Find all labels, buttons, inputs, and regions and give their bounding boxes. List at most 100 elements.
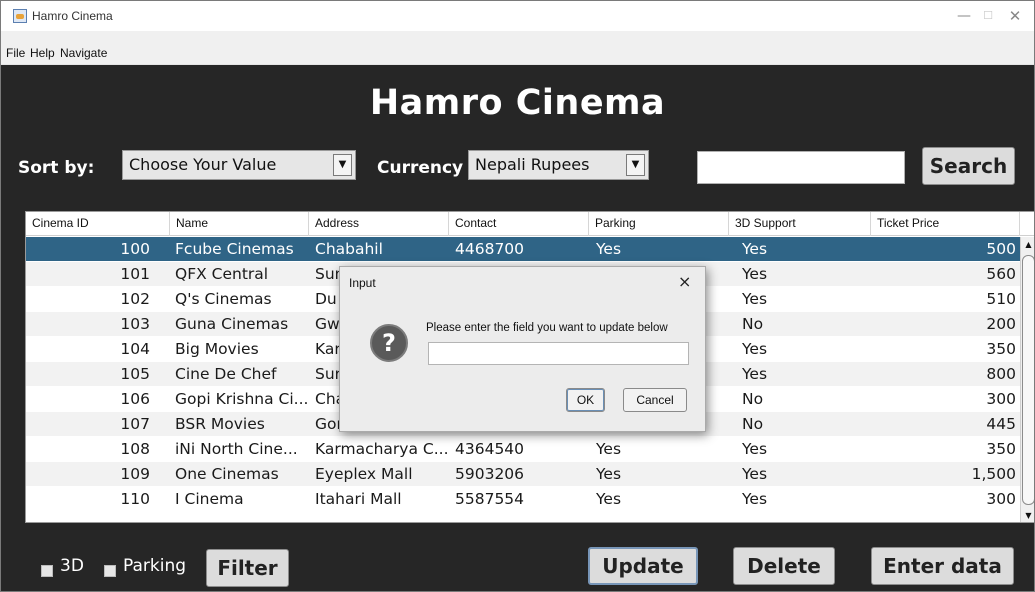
scroll-up-icon[interactable]: ▲ bbox=[1022, 238, 1034, 252]
table-cell-id: 102 bbox=[120, 290, 150, 308]
table-cell-name: One Cinemas bbox=[175, 465, 279, 483]
table-cell-id: 104 bbox=[120, 340, 150, 358]
checkbox-parking-label: Parking bbox=[123, 556, 187, 576]
table-cell-d3: Yes bbox=[742, 240, 768, 258]
table-cell-id: 100 bbox=[120, 240, 150, 258]
table-cell-name: Guna Cinemas bbox=[175, 315, 289, 333]
table-cell-id: 107 bbox=[120, 415, 150, 433]
table-cell-address: Chabahil bbox=[315, 240, 383, 258]
delete-button[interactable]: Delete bbox=[733, 547, 835, 585]
table-cell-d3: No bbox=[742, 315, 764, 333]
table-cell-contact: 4468700 bbox=[455, 240, 525, 258]
table-cell-price: 1,500 bbox=[971, 465, 1016, 483]
table-cell-d3: Yes bbox=[742, 490, 768, 508]
table-cell-price: 300 bbox=[986, 390, 1016, 408]
menu-file[interactable]: File bbox=[6, 46, 25, 60]
update-button[interactable]: Update bbox=[588, 547, 698, 585]
maximize-icon[interactable]: ☐ bbox=[974, 5, 1002, 27]
search-input[interactable] bbox=[697, 151, 905, 184]
dialog-title: Input bbox=[349, 276, 376, 290]
table-cell-contact: 5587554 bbox=[455, 490, 525, 508]
table-row[interactable]: 109 One Cinemas Eyeplex Mall 5903206 Yes Yes 1… bbox=[26, 462, 1020, 486]
checkbox-parking[interactable] bbox=[104, 565, 116, 577]
table-cell-d3: Yes bbox=[742, 340, 768, 358]
menu-help[interactable]: Help bbox=[30, 46, 55, 60]
table-cell-contact: 5903206 bbox=[455, 465, 525, 483]
java-cup-icon bbox=[13, 9, 27, 23]
search-button[interactable]: Search bbox=[922, 147, 1015, 185]
sort-label: Sort by: bbox=[18, 158, 95, 178]
scrollbar-thumb[interactable] bbox=[1022, 255, 1034, 505]
table-cell-name: Big Movies bbox=[175, 340, 259, 358]
table-row[interactable]: 100 Fcube Cinemas Chabahil 4468700 Yes Yes 500 bbox=[26, 237, 1020, 261]
close-icon[interactable]: ✕ bbox=[1001, 5, 1029, 27]
filter-button[interactable]: Filter bbox=[206, 549, 289, 587]
table-cell-d3: No bbox=[742, 390, 764, 408]
dialog-message: Please enter the field you want to updat… bbox=[426, 322, 668, 334]
table-cell-price: 350 bbox=[986, 440, 1016, 458]
sort-combo-value: Choose Your Value bbox=[129, 155, 277, 174]
table-cell-address: Karmacharya C... bbox=[315, 440, 449, 458]
ok-button[interactable]: OK bbox=[566, 388, 605, 412]
chevron-down-icon[interactable]: ▼ bbox=[333, 154, 352, 176]
currency-label: Currency bbox=[377, 158, 464, 178]
column-header[interactable]: Parking bbox=[589, 212, 729, 236]
page-title: Hamro Cinema bbox=[369, 83, 666, 123]
column-header[interactable]: Ticket Price bbox=[871, 212, 1020, 236]
table-cell-price: 800 bbox=[986, 365, 1016, 383]
currency-combo-value: Nepali Rupees bbox=[475, 155, 590, 174]
table-cell-id: 105 bbox=[120, 365, 150, 383]
table-cell-parking: Yes bbox=[596, 465, 622, 483]
table-cell-contact: 4364540 bbox=[455, 440, 525, 458]
table-scrollbar[interactable]: ▲ ▼ bbox=[1020, 237, 1034, 522]
table-cell-name: I Cinema bbox=[175, 490, 244, 508]
table-cell-parking: Yes bbox=[596, 440, 622, 458]
table-cell-id: 109 bbox=[120, 465, 150, 483]
table-row[interactable]: 108 iNi North Cine... Karmacharya C... 4364… bbox=[26, 437, 1020, 461]
close-icon[interactable]: × bbox=[678, 272, 691, 291]
scroll-down-icon[interactable]: ▼ bbox=[1022, 509, 1034, 522]
table-cell-address: Eyeplex Mall bbox=[315, 465, 413, 483]
update-field-input[interactable] bbox=[428, 342, 689, 365]
app-window: Hamro Cinema — ☐ ✕ File Help Navigate Ha… bbox=[0, 0, 1035, 592]
cancel-button[interactable]: Cancel bbox=[623, 388, 687, 412]
checkbox-3d[interactable] bbox=[41, 565, 53, 577]
menu-navigate[interactable]: Navigate bbox=[60, 46, 107, 60]
question-icon: ? bbox=[370, 324, 408, 362]
table-header: Cinema ID Name Address Contact Parking 3… bbox=[26, 212, 1034, 236]
enter-data-button[interactable]: Enter data bbox=[871, 547, 1014, 585]
table-cell-name: Cine De Chef bbox=[175, 365, 277, 383]
table-cell-d3: Yes bbox=[742, 265, 768, 283]
sort-combo[interactable]: Choose Your Value ▼ bbox=[122, 150, 356, 180]
table-cell-d3: Yes bbox=[742, 290, 768, 308]
table-cell-parking: Yes bbox=[596, 490, 622, 508]
column-header[interactable]: Address bbox=[309, 212, 449, 236]
table-cell-id: 108 bbox=[120, 440, 150, 458]
table-cell-name: BSR Movies bbox=[175, 415, 265, 433]
table-cell-price: 350 bbox=[986, 340, 1016, 358]
table-cell-name: Gopi Krishna Ci... bbox=[175, 390, 309, 408]
window-title: Hamro Cinema bbox=[32, 9, 113, 23]
checkbox-3d-label: 3D bbox=[60, 556, 84, 576]
chevron-down-icon[interactable]: ▼ bbox=[626, 154, 645, 176]
table-row[interactable]: 110 I Cinema Itahari Mall 5587554 Yes Yes 300 bbox=[26, 487, 1020, 511]
column-header[interactable]: Name bbox=[170, 212, 309, 236]
table-cell-id: 103 bbox=[120, 315, 150, 333]
table-cell-id: 106 bbox=[120, 390, 150, 408]
table-cell-price: 510 bbox=[986, 290, 1016, 308]
table-cell-name: iNi North Cine... bbox=[175, 440, 298, 458]
currency-combo[interactable]: Nepali Rupees ▼ bbox=[468, 150, 649, 180]
column-header[interactable]: Cinema ID bbox=[26, 212, 170, 236]
table-cell-price: 445 bbox=[986, 415, 1016, 433]
title-bar: Hamro Cinema — ☐ ✕ bbox=[1, 1, 1034, 31]
table-cell-d3: Yes bbox=[742, 440, 768, 458]
column-header[interactable]: Contact bbox=[449, 212, 589, 236]
table-cell-price: 560 bbox=[986, 265, 1016, 283]
table-cell-price: 500 bbox=[986, 240, 1016, 258]
column-header[interactable]: 3D Support bbox=[729, 212, 871, 236]
table-cell-name: QFX Central bbox=[175, 265, 269, 283]
table-cell-address: Itahari Mall bbox=[315, 490, 402, 508]
table-cell-d3: Yes bbox=[742, 365, 768, 383]
table-cell-id: 110 bbox=[120, 490, 150, 508]
table-cell-price: 200 bbox=[986, 315, 1016, 333]
